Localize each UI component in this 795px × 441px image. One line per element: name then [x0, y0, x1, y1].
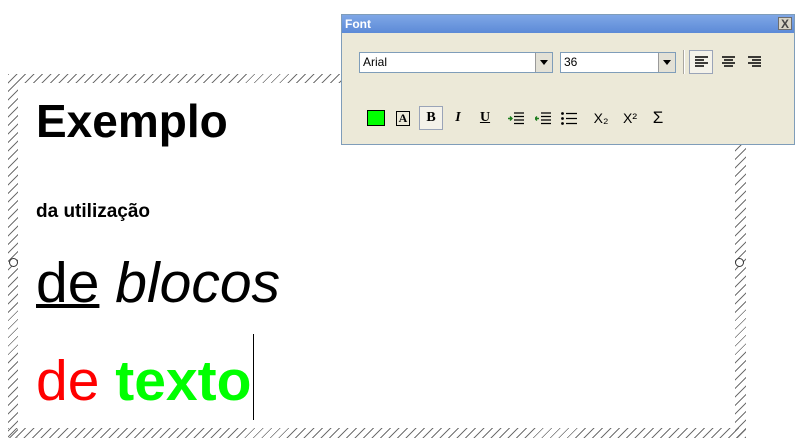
align-right-icon	[747, 56, 761, 67]
frame-border-bottom[interactable]	[8, 428, 746, 438]
text-green-word: texto	[115, 349, 252, 413]
font-toolbar-title: Font	[345, 17, 371, 31]
text-line-subtitle: da utilização	[36, 201, 150, 223]
close-button[interactable]: X	[778, 17, 792, 30]
text-line-subtitle-prefix: da	[36, 201, 64, 222]
text-line-subtitle-rest: utilização	[63, 201, 151, 222]
decrease-indent-icon	[508, 111, 524, 124]
text-line-texto: de texto	[36, 334, 255, 420]
align-left-icon	[694, 56, 708, 67]
font-toolbar-titlebar[interactable]: Font X	[342, 15, 794, 33]
highlight-button[interactable]: A	[391, 106, 415, 130]
text-italic-word: blocos	[115, 251, 281, 315]
text-color-button[interactable]	[364, 106, 388, 130]
increase-indent-button[interactable]	[531, 106, 555, 130]
font-toolbar-window[interactable]: Font X Arial 36 A B I U X₂ X² Σ	[341, 14, 795, 145]
text-underlined-word: de	[36, 251, 100, 315]
superscript-button[interactable]: X²	[618, 106, 642, 130]
decrease-indent-button[interactable]	[504, 106, 528, 130]
color-swatch-icon	[367, 110, 385, 126]
font-name-value: Arial	[363, 55, 388, 69]
font-size-value: 36	[564, 55, 578, 69]
font-size-select[interactable]: 36	[560, 52, 676, 73]
resize-handle-left[interactable]	[9, 258, 18, 267]
subscript-button[interactable]: X₂	[589, 106, 613, 130]
toolbar-separator	[683, 50, 685, 74]
increase-indent-icon	[535, 111, 551, 124]
text-line-blocos: de blocos	[36, 250, 280, 316]
sum-button[interactable]: Σ	[646, 106, 670, 130]
frame-border-left[interactable]	[8, 74, 18, 438]
italic-button[interactable]: I	[446, 106, 470, 130]
bullets-button[interactable]	[557, 106, 581, 130]
bold-button[interactable]: B	[419, 106, 443, 130]
underline-button[interactable]: U	[473, 106, 497, 130]
highlight-icon: A	[395, 110, 411, 126]
align-right-button[interactable]	[742, 50, 766, 74]
resize-handle-right[interactable]	[735, 258, 744, 267]
align-center-button[interactable]	[716, 50, 740, 74]
bullets-icon	[561, 111, 577, 125]
align-center-icon	[721, 56, 735, 67]
chevron-down-icon[interactable]	[658, 53, 675, 72]
text-caret	[253, 334, 255, 420]
align-left-button[interactable]	[689, 50, 713, 74]
chevron-down-icon[interactable]	[535, 53, 552, 72]
font-name-select[interactable]: Arial	[359, 52, 553, 73]
text-line-title: Exemplo	[36, 95, 228, 147]
text-red-word: de	[36, 349, 100, 413]
